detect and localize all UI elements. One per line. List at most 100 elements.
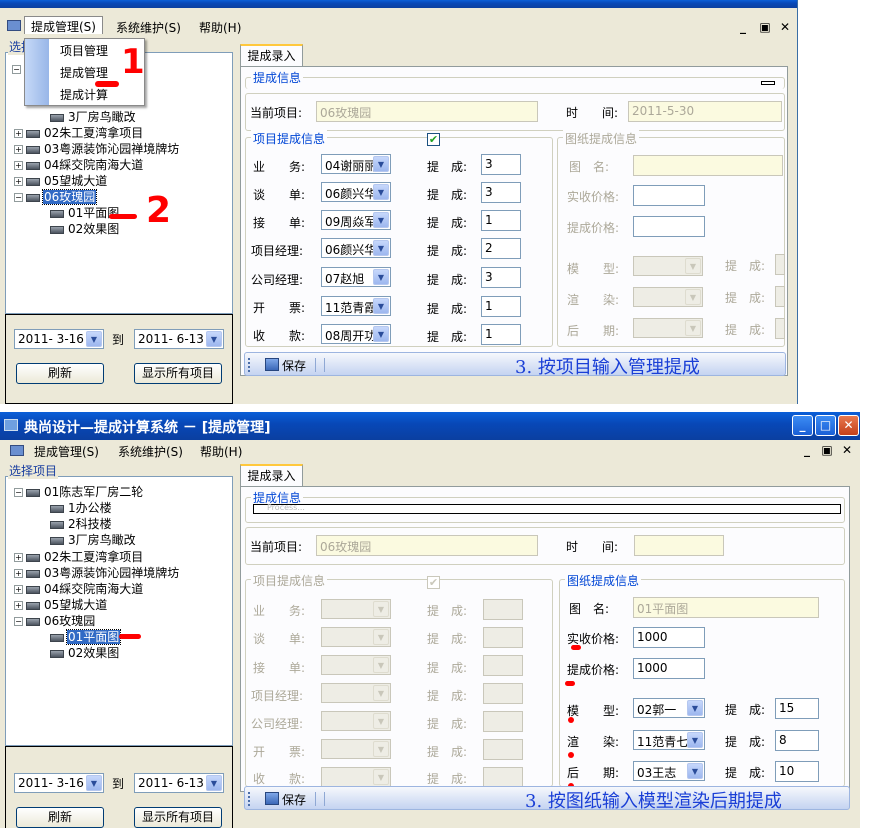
minimize-icon[interactable]: _: [792, 415, 813, 436]
tree-node[interactable]: −06玫瑰园: [14, 613, 96, 629]
time-field[interactable]: [634, 535, 724, 556]
mdi-close-icon[interactable]: ✕: [838, 443, 856, 457]
tab-commission-entry[interactable]: 提成录入: [240, 464, 303, 486]
show-all-projects-button[interactable]: 显示所有项目: [134, 807, 222, 828]
chevron-down-icon[interactable]: ▼: [685, 320, 701, 336]
date-to-picker[interactable]: 2011- 6-13 ▼: [134, 329, 224, 349]
tree-node[interactable]: +02朱工夏湾拿项目: [14, 125, 144, 141]
tree-node-selected[interactable]: −06玫瑰园: [14, 189, 98, 205]
tree-node[interactable]: +03粤源装饰沁园禅境牌坊: [14, 565, 180, 581]
person-select[interactable]: 04谢丽丽 ▼: [321, 154, 391, 174]
menu-item-commission-management[interactable]: 提成管理: [60, 64, 108, 81]
tab-commission-entry[interactable]: 提成录入: [240, 44, 303, 66]
drawing-name-field[interactable]: 01平面图: [633, 597, 819, 618]
app-menu-icon[interactable]: [7, 20, 21, 31]
app-menu-icon[interactable]: [10, 445, 24, 456]
post-rate-input[interactable]: 10: [775, 761, 819, 782]
commission-rate-input[interactable]: 3: [481, 154, 521, 175]
save-icon[interactable]: [265, 358, 279, 371]
tree-node[interactable]: 3厂房鸟瞰改: [50, 109, 137, 125]
tree-node[interactable]: +02朱工夏湾拿项目: [14, 549, 144, 565]
person-select[interactable]: 08周开功 ▼: [321, 324, 391, 344]
render-rate-input[interactable]: [775, 286, 785, 307]
maximize-icon[interactable]: □: [815, 415, 836, 436]
tree-node[interactable]: 1办公楼: [50, 500, 113, 516]
commission-rate-input[interactable]: 3: [481, 182, 521, 203]
commission-rate-input[interactable]: 3: [481, 267, 521, 288]
chevron-down-icon[interactable]: ▼: [687, 700, 703, 716]
post-person-select[interactable]: ▼: [633, 318, 703, 338]
chevron-down-icon[interactable]: ▼: [373, 601, 389, 617]
close-icon[interactable]: ✕: [838, 415, 859, 436]
project-tree[interactable]: −01陈志军厂房二轮 1办公楼 2科技楼 3厂房鸟瞰改 +02朱工夏湾拿项目 +…: [5, 476, 233, 746]
mdi-minimize-icon[interactable]: _: [798, 443, 816, 457]
date-from-picker[interactable]: 2011- 3-16 ▼: [14, 329, 104, 349]
commission-rate-input[interactable]: 1: [481, 296, 521, 317]
commission-rate-input[interactable]: [483, 711, 523, 732]
date-from-picker[interactable]: 2011- 3-16 ▼: [14, 773, 104, 793]
person-select[interactable]: 06颜兴华 ▼: [321, 238, 391, 258]
mdi-minimize-icon[interactable]: _: [734, 20, 752, 34]
chevron-down-icon[interactable]: ▼: [206, 775, 222, 791]
commission-price-input[interactable]: 1000: [633, 658, 705, 679]
model-rate-input[interactable]: [775, 254, 785, 275]
save-button[interactable]: 保存: [282, 357, 306, 374]
current-project-field[interactable]: 06玫瑰园: [316, 535, 538, 556]
tree-node[interactable]: +05望城大道: [14, 597, 108, 613]
chevron-down-icon[interactable]: ▼: [373, 269, 389, 285]
chevron-down-icon[interactable]: ▼: [373, 240, 389, 256]
render-person-select[interactable]: ▼: [633, 287, 703, 307]
tree-collapse-icon[interactable]: −: [12, 61, 24, 77]
chevron-down-icon[interactable]: ▼: [687, 732, 703, 748]
person-select[interactable]: ▼: [321, 599, 391, 619]
menu-item-commission-calculation[interactable]: 提成计算: [60, 86, 108, 103]
chevron-down-icon[interactable]: ▼: [373, 713, 389, 729]
commission-rate-input[interactable]: 1: [481, 324, 521, 345]
chevron-down-icon[interactable]: ▼: [373, 741, 389, 757]
mdi-restore-icon[interactable]: ▣: [756, 20, 774, 34]
person-select[interactable]: ▼: [321, 627, 391, 647]
model-person-select[interactable]: 02郭一 ▼: [633, 698, 705, 718]
tree-node[interactable]: 3厂房鸟瞰改: [50, 532, 137, 548]
commission-rate-input[interactable]: [483, 683, 523, 704]
chevron-down-icon[interactable]: ▼: [86, 331, 102, 347]
person-select[interactable]: ▼: [321, 655, 391, 675]
mdi-restore-icon[interactable]: ▣: [818, 443, 836, 457]
menu-commission[interactable]: 提成管理(S): [24, 16, 103, 34]
chevron-down-icon[interactable]: ▼: [373, 629, 389, 645]
menu-commission[interactable]: 提成管理(S): [28, 442, 105, 460]
commission-rate-input[interactable]: 2: [481, 238, 521, 259]
actual-price-input[interactable]: [633, 185, 705, 206]
project-commission-checkbox[interactable]: ✔: [427, 576, 440, 589]
model-person-select[interactable]: ▼: [633, 256, 703, 276]
model-rate-input[interactable]: 15: [775, 698, 819, 719]
tree-node[interactable]: +05望城大道: [14, 173, 108, 189]
commission-rate-input[interactable]: [483, 627, 523, 648]
date-to-picker[interactable]: 2011- 6-13 ▼: [134, 773, 224, 793]
tree-node[interactable]: +04綵交院南海大道: [14, 157, 144, 173]
menu-item-project-management[interactable]: 项目管理: [60, 42, 108, 59]
project-commission-checkbox[interactable]: ✔: [427, 133, 440, 146]
time-field[interactable]: 2011-5-30: [628, 101, 782, 122]
person-select[interactable]: ▼: [321, 739, 391, 759]
refresh-button[interactable]: 刷新: [16, 807, 104, 828]
menu-system[interactable]: 系统维护(S): [112, 442, 189, 460]
person-select[interactable]: ▼: [321, 711, 391, 731]
post-rate-input[interactable]: [775, 318, 785, 339]
chevron-down-icon[interactable]: ▼: [373, 657, 389, 673]
commission-rate-input[interactable]: [483, 599, 523, 620]
current-project-field[interactable]: 06玫瑰园: [316, 101, 538, 122]
tree-node[interactable]: 02效果图: [50, 645, 120, 661]
save-icon[interactable]: [265, 792, 279, 805]
toolbar-grip[interactable]: [248, 792, 251, 806]
person-select[interactable]: ▼: [321, 683, 391, 703]
render-person-select[interactable]: 11范青七 ▼: [633, 730, 705, 750]
chevron-down-icon[interactable]: ▼: [373, 184, 389, 200]
commission-rate-input[interactable]: [483, 767, 523, 788]
commission-price-input[interactable]: [633, 216, 705, 237]
chevron-down-icon[interactable]: ▼: [373, 156, 389, 172]
tree-node[interactable]: 02效果图: [50, 221, 120, 237]
drawing-name-field[interactable]: [633, 155, 783, 176]
chevron-down-icon[interactable]: ▼: [373, 298, 389, 314]
chevron-down-icon[interactable]: ▼: [373, 212, 389, 228]
